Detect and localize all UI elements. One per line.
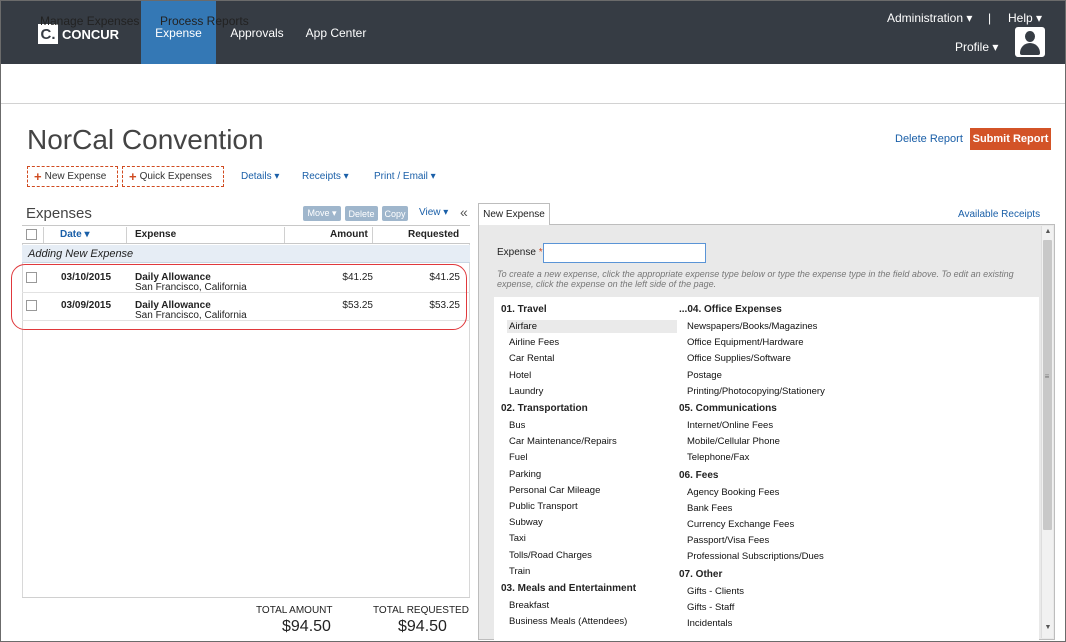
quick-expenses-label: Quick Expenses [139,171,212,182]
column-divider [284,227,285,243]
nav-approvals[interactable]: Approvals [218,1,296,64]
column-date[interactable]: Date ▾ [60,229,89,240]
scroll-grip-icon: ≡ [1044,372,1050,381]
expense-type-item[interactable]: Subway [509,517,543,528]
adding-new-expense-row[interactable]: Adding New Expense [22,245,470,263]
expense-type-item[interactable]: Fuel [509,452,527,463]
scroll-down-icon[interactable]: ▼ [1042,624,1054,631]
expense-type-item[interactable]: Bus [509,420,525,431]
column-expense[interactable]: Expense [135,229,176,240]
expense-type-item[interactable]: Telephone/Fax [687,452,749,463]
quick-expenses-button[interactable]: + Quick Expenses [122,166,224,187]
submit-report-button[interactable]: Submit Report [970,128,1051,150]
expense-type-item[interactable]: Parking [509,469,541,480]
total-requested-label: TOTAL REQUESTED [373,605,469,616]
expense-type-item[interactable]: Laundry [509,386,543,397]
expense-type-item[interactable]: Professional Subscriptions/Dues [687,551,824,562]
subnav-process-reports[interactable]: Process Reports [160,14,249,28]
delete-report-link[interactable]: Delete Report [895,133,963,145]
expense-type-item[interactable]: Passport/Visa Fees [687,535,769,546]
highlight-annotation [11,264,467,330]
expense-type-item[interactable]: Taxi [509,533,526,544]
column-amount[interactable]: Amount [330,229,368,240]
delete-button[interactable]: Delete [345,206,378,221]
expense-type-item[interactable]: Office Equipment/Hardware [687,337,804,348]
scroll-up-icon[interactable]: ▲ [1042,228,1054,235]
expense-type-item[interactable]: Newspapers/Books/Magazines [687,321,817,332]
adding-new-expense-label: Adding New Expense [28,248,134,260]
user-avatar-icon[interactable] [1015,27,1045,57]
header-separator: | [988,11,992,25]
expense-type-item[interactable]: Train [509,566,530,577]
details-menu[interactable]: Details ▾ [241,171,279,182]
plus-icon: + [34,169,42,184]
nav-expense[interactable]: Expense [141,1,216,64]
expense-type-item[interactable]: Agency Booking Fees [687,487,779,498]
expense-type-item[interactable]: Gifts - Staff [687,602,734,613]
category-heading: 05. Communications [679,403,777,414]
expense-type-item[interactable]: Hotel [509,370,531,381]
expense-type-item[interactable]: Airline Fees [509,337,559,348]
expense-type-item[interactable]: Breakfast [509,600,549,611]
column-divider [43,227,44,243]
administration-menu[interactable]: Administration ▾ [887,11,972,25]
tab-new-expense[interactable]: New Expense [478,203,550,225]
copy-button[interactable]: Copy [382,206,408,221]
expense-type-input[interactable] [543,243,706,263]
profile-menu[interactable]: Profile ▾ [955,40,998,54]
expense-table-header: Date ▾ Expense Amount Requested [22,225,470,244]
category-heading: 01. Travel [501,304,547,315]
column-requested[interactable]: Requested [408,229,459,240]
expense-type-item[interactable]: Mobile/Cellular Phone [687,436,780,447]
total-requested-value: $94.50 [398,618,447,635]
expense-type-item[interactable]: Gifts - Clients [687,586,744,597]
new-expense-button[interactable]: + New Expense [27,166,118,187]
expense-type-item[interactable]: Postage [687,370,722,381]
total-amount-label: TOTAL AMOUNT [256,605,333,616]
expense-type-item[interactable]: Internet/Online Fees [687,420,773,431]
expense-type-item[interactable]: Tolls/Road Charges [509,550,592,561]
column-divider [126,227,127,243]
logo-text: CONCUR [62,26,120,42]
nav-app-center[interactable]: App Center [298,1,374,64]
report-title: NorCal Convention [27,124,264,155]
category-heading: 06. Fees [679,469,719,481]
expense-type-item[interactable]: Business Meals (Attendees) [509,616,627,627]
expense-type-item[interactable]: Office Supplies/Software [687,353,791,364]
available-receipts-link[interactable]: Available Receipts [958,209,1040,220]
sub-navigation [1,64,1065,104]
new-expense-label: New Expense [44,171,107,182]
move-button[interactable]: Move ▾ [303,206,341,221]
expense-type-item[interactable]: Public Transport [509,501,578,512]
expense-hint-text: To create a new expense, click the appro… [497,269,1014,289]
scroll-thumb[interactable] [1043,240,1052,530]
help-menu[interactable]: Help ▾ [1008,11,1042,25]
category-heading: ...04. Office Expenses [679,304,782,315]
receipts-menu[interactable]: Receipts ▾ [302,171,349,182]
expense-type-scrollbar[interactable]: ▲ ≡ ▼ [1041,226,1053,638]
subnav-manage-expenses[interactable]: Manage Expenses [40,14,139,28]
collapse-panel-icon[interactable]: « [460,204,468,220]
expense-type-item[interactable]: Car Rental [509,353,554,364]
expense-type-item[interactable]: Currency Exchange Fees [687,519,794,530]
expense-type-item[interactable]: Incidentals [687,618,732,629]
expense-type-item[interactable]: Printing/Photocopying/Stationery [687,386,825,397]
plus-icon: + [129,169,137,184]
expense-field-label: Expense * [497,247,543,258]
expense-label-text: Expense [497,247,536,258]
expenses-heading: Expenses [26,205,92,222]
select-all-checkbox[interactable] [26,229,37,240]
print-email-menu[interactable]: Print / Email ▾ [374,171,436,182]
total-amount-value: $94.50 [282,618,331,635]
expense-type-item[interactable]: Airfare [507,320,677,333]
category-heading: 02. Transportation [501,403,588,414]
category-heading: 03. Meals and Entertainment [501,583,637,594]
category-heading: 07. Other [679,568,723,580]
expense-type-item[interactable]: Personal Car Mileage [509,485,600,496]
view-menu[interactable]: View ▾ [419,207,448,218]
expense-type-item[interactable]: Car Maintenance/Repairs [509,436,617,447]
column-divider [372,227,373,243]
expense-type-item[interactable]: Bank Fees [687,503,732,514]
